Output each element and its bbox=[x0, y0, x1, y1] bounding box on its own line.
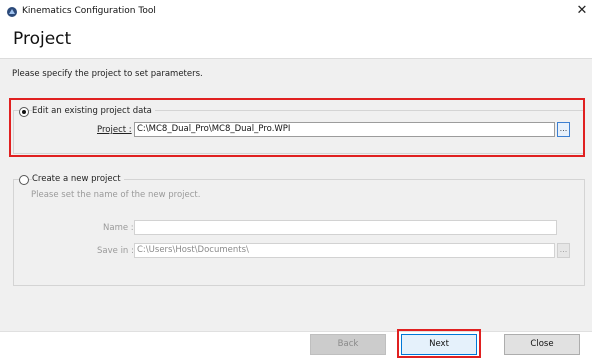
highlight-box-existing bbox=[9, 98, 585, 157]
window-close-button[interactable]: ✕ bbox=[574, 3, 590, 19]
name-label: Name : bbox=[103, 223, 134, 233]
save-in-browse-button[interactable]: ... bbox=[557, 243, 570, 258]
name-field[interactable] bbox=[134, 220, 557, 235]
close-button[interactable]: Close bbox=[504, 334, 580, 355]
new-project-description: Please set the name of the new project. bbox=[31, 190, 201, 200]
save-in-field[interactable]: C:\Users\Host\Documents\ bbox=[134, 243, 555, 258]
create-new-radio[interactable] bbox=[19, 175, 29, 185]
back-button[interactable]: Back bbox=[310, 334, 386, 355]
highlight-box-next bbox=[397, 329, 481, 358]
create-new-label[interactable]: Create a new project bbox=[32, 174, 124, 184]
page-title: Project bbox=[13, 29, 72, 49]
window-title: Kinematics Configuration Tool bbox=[22, 6, 156, 16]
save-in-label: Save in : bbox=[97, 246, 134, 256]
footer-divider bbox=[0, 331, 592, 332]
app-icon bbox=[7, 7, 17, 17]
instruction-text: Please specify the project to set parame… bbox=[12, 69, 203, 79]
